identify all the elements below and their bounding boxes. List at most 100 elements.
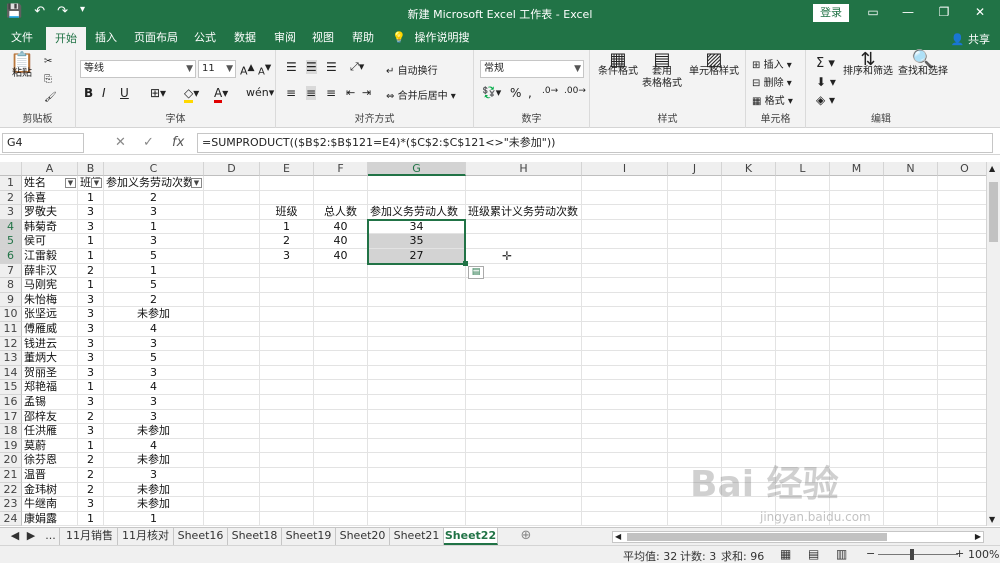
table-cell[interactable] [776, 278, 830, 293]
table-cell[interactable] [204, 322, 260, 337]
table-cell[interactable] [204, 190, 260, 206]
table-cell[interactable] [204, 263, 260, 279]
table-cell[interactable] [368, 409, 466, 425]
table-cell[interactable]: 康娟露 [22, 511, 78, 526]
page-break-view-icon[interactable]: ▥ [836, 547, 847, 561]
table-cell[interactable] [830, 409, 884, 425]
table-cell[interactable] [938, 205, 986, 220]
table-cell[interactable] [260, 380, 314, 395]
table-cell[interactable]: 5 [104, 351, 204, 366]
table-cell[interactable]: 3 [104, 336, 204, 352]
table-cell[interactable] [722, 307, 776, 322]
table-cell[interactable] [368, 453, 466, 468]
table-cell[interactable] [830, 395, 884, 410]
table-cell[interactable]: 4 [104, 380, 204, 395]
table-cell[interactable] [722, 205, 776, 220]
table-cell[interactable] [776, 292, 830, 308]
table-cell[interactable]: 1 [78, 190, 104, 206]
table-cell[interactable]: 3 [78, 497, 104, 512]
table-cell[interactable] [368, 365, 466, 381]
scroll-left-icon[interactable]: ◀ [615, 532, 621, 542]
table-cell[interactable] [884, 234, 938, 249]
horizontal-scrollbar[interactable]: ◀ ▶ [612, 531, 984, 543]
format-painter-icon[interactable]: 🖌 [44, 92, 57, 103]
decrease-indent-icon[interactable]: ⇤ [346, 86, 355, 99]
table-cell[interactable] [582, 409, 668, 425]
row-header[interactable]: 17 [0, 409, 22, 425]
table-cell[interactable] [776, 234, 830, 249]
table-cell[interactable] [830, 438, 884, 454]
table-cell[interactable]: 参加义务劳动人数 [368, 205, 466, 220]
table-cell[interactable]: 5 [104, 249, 204, 264]
table-cell[interactable] [884, 438, 938, 454]
minimize-button[interactable]: — [898, 5, 918, 19]
align-middle-icon[interactable]: ☰ [306, 60, 317, 74]
scroll-right-icon[interactable]: ▶ [975, 532, 981, 542]
table-cell[interactable] [466, 424, 582, 439]
table-cell[interactable] [884, 322, 938, 337]
phonetic-icon[interactable]: wén▾ [246, 86, 274, 99]
fill-icon[interactable]: ⬇ ▾ [816, 75, 836, 89]
table-cell[interactable]: 班级累计义务劳动次数 [466, 205, 582, 220]
table-cell[interactable]: 朱怡梅 [22, 292, 78, 308]
table-cell[interactable] [722, 424, 776, 439]
vertical-scrollbar[interactable]: ▲ ▼ [986, 162, 1000, 526]
table-cell[interactable] [204, 395, 260, 410]
table-cell[interactable]: 4 [104, 438, 204, 454]
table-cell[interactable] [204, 307, 260, 322]
table-cell[interactable] [938, 249, 986, 264]
table-cell[interactable] [368, 263, 466, 279]
table-cell[interactable] [314, 365, 368, 381]
table-cell[interactable] [204, 205, 260, 220]
table-cell[interactable]: 江雷毅 [22, 249, 78, 264]
table-cell[interactable] [722, 249, 776, 264]
table-cell[interactable] [582, 511, 668, 526]
table-cell[interactable] [314, 497, 368, 512]
row-header[interactable]: 4 [0, 219, 22, 235]
table-cell[interactable] [722, 176, 776, 191]
table-cell[interactable]: 3 [104, 365, 204, 381]
table-cell[interactable] [582, 453, 668, 468]
wrap-text-button[interactable]: ↵ 自动换行 [386, 62, 438, 77]
table-cell[interactable] [314, 351, 368, 366]
table-cell[interactable] [722, 190, 776, 206]
autosum-icon[interactable]: Σ ▾ [816, 56, 835, 71]
table-cell[interactable] [830, 176, 884, 191]
table-cell[interactable]: 薛非汉 [22, 263, 78, 279]
table-cell[interactable] [938, 293, 986, 308]
table-cell[interactable] [466, 438, 582, 454]
table-cell[interactable] [466, 190, 582, 206]
number-format-select[interactable]: 常规 ▼ [480, 60, 584, 78]
table-cell[interactable] [368, 395, 466, 410]
table-cell[interactable] [582, 249, 668, 264]
table-cell[interactable] [668, 249, 722, 264]
row-header[interactable]: 2 [0, 190, 22, 206]
table-cell[interactable] [314, 307, 368, 322]
table-cell[interactable] [582, 234, 668, 249]
table-cell[interactable] [260, 395, 314, 410]
increase-indent-icon[interactable]: ⇥ [362, 86, 371, 99]
table-cell[interactable]: 未参加 [104, 497, 204, 512]
paste-button[interactable]: 📋 粘贴 [6, 52, 38, 80]
zoom-slider-thumb[interactable] [910, 549, 914, 560]
column-header[interactable]: E [260, 162, 314, 176]
table-cell[interactable] [722, 219, 776, 235]
row-header[interactable]: 11 [0, 322, 22, 337]
table-cell[interactable] [204, 278, 260, 293]
table-cell[interactable] [466, 292, 582, 308]
cut-icon[interactable]: ✂ [44, 56, 52, 67]
zoom-in-icon[interactable]: + [955, 547, 964, 560]
column-header[interactable]: M [830, 162, 884, 176]
table-cell[interactable] [466, 351, 582, 366]
table-cell[interactable] [260, 336, 314, 352]
table-cell[interactable] [204, 453, 260, 468]
zoom-out-icon[interactable]: − [866, 547, 875, 560]
table-cell[interactable] [668, 278, 722, 293]
table-cell[interactable] [260, 424, 314, 439]
table-cell[interactable] [668, 395, 722, 410]
table-cell[interactable] [722, 365, 776, 381]
table-cell[interactable] [668, 205, 722, 220]
table-cell[interactable]: 2 [78, 453, 104, 468]
table-cell[interactable] [884, 380, 938, 395]
fill-color-icon[interactable]: ◇▾ [184, 86, 199, 103]
